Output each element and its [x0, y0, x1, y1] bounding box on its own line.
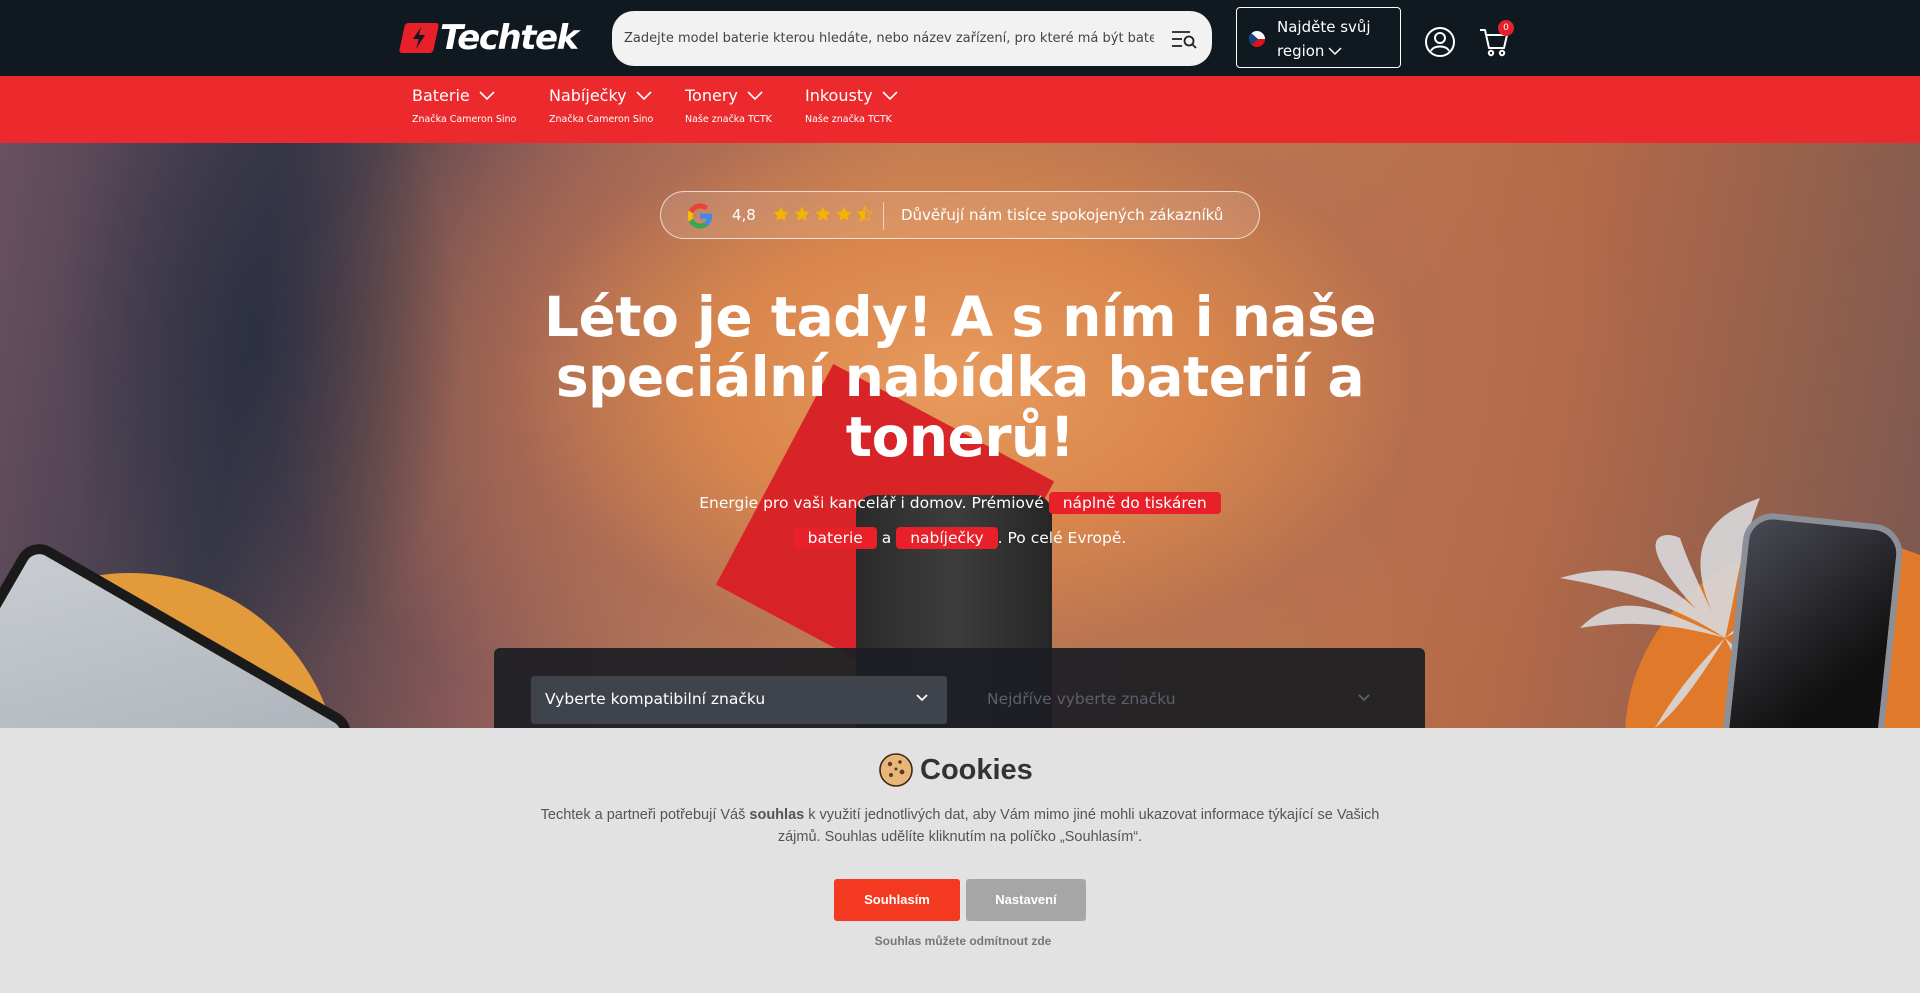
- cookie-text-bold: souhlas: [749, 807, 805, 823]
- techtek-logo[interactable]: Techtek: [398, 18, 579, 58]
- rating-stars: [772, 205, 874, 223]
- chevron-down-icon: [881, 90, 898, 100]
- chevron-down-icon: [916, 694, 928, 702]
- lightning-icon: [398, 23, 440, 53]
- brand-select[interactable]: Vyberte kompatibilní značku: [531, 676, 947, 724]
- star-icon: [836, 206, 852, 221]
- cookie-title: Cookies: [920, 753, 1033, 786]
- nav-sublabel: Naše značka TCTK: [805, 114, 892, 125]
- chevron-down-icon: [1328, 47, 1342, 56]
- star-icon: [773, 206, 789, 221]
- chevron-down-icon: [747, 90, 763, 100]
- chevron-down-icon: [1358, 694, 1370, 702]
- nav-label: Baterie: [412, 86, 470, 105]
- search-input[interactable]: Zadejte model baterie kterou hledáte, ne…: [624, 31, 1154, 46]
- hero-subtitle-end: . Po celé Evropě.: [997, 529, 1127, 547]
- product-finder: Vyberte kompatibilní značku Nejdříve vyb…: [494, 648, 1425, 728]
- user-account-icon[interactable]: [1424, 26, 1456, 58]
- nav-sublabel: Naše značka TCTK: [685, 114, 772, 125]
- google-rating-badge[interactable]: 4,8 Důvěřují nám tisíce spokojených záka…: [660, 191, 1260, 239]
- search-filter-icon[interactable]: [1170, 27, 1198, 51]
- nav-label: Tonery: [685, 86, 738, 105]
- nav-item-inkousty[interactable]: Inkousty Naše značka TCTK: [805, 86, 899, 125]
- cookie-text: Techtek a partneři potřebují Váš souhlas…: [530, 804, 1390, 848]
- hero-title: Léto je tady! A s ním i naše speciální n…: [543, 285, 1377, 469]
- hero-subtitle-and: a: [881, 529, 892, 547]
- cookie-icon: [879, 753, 913, 787]
- search-bar[interactable]: Zadejte model baterie kterou hledáte, ne…: [612, 11, 1212, 66]
- region-label-line1: Najděte svůj: [1277, 18, 1371, 36]
- chevron-down-icon: [479, 90, 495, 100]
- hero-banner: 4,8 Důvěřují nám tisíce spokojených záka…: [0, 143, 1920, 728]
- star-icon: [794, 206, 810, 221]
- nav-sublabel: Značka Cameron Sino: [549, 114, 654, 125]
- chargers-link[interactable]: nabíječky: [896, 527, 998, 549]
- nav-sublabel: Značka Cameron Sino: [412, 114, 517, 125]
- hero-subtitle-text: Energie pro vaši kancelář i domov. Prémi…: [699, 494, 1044, 512]
- cookie-header: Cookies: [878, 752, 1033, 788]
- cookie-settings-button[interactable]: Nastavení: [966, 879, 1086, 921]
- rating-text: Důvěřují nám tisíce spokojených zákazník…: [901, 206, 1224, 224]
- smartphone-image: [1714, 510, 1906, 728]
- chevron-down-icon: [636, 90, 652, 100]
- model-select[interactable]: Nejdříve vyberte značku: [973, 676, 1389, 724]
- logo-text: Techtek: [440, 18, 579, 58]
- cookie-consent-banner: Cookies Techtek a partneři potřebují Váš…: [0, 728, 1920, 993]
- accept-cookies-button[interactable]: Souhlasím: [834, 879, 960, 921]
- rating-value: 4,8: [732, 206, 756, 224]
- region-label-line2: region: [1277, 42, 1325, 60]
- nav-item-baterie[interactable]: Baterie Značka Cameron Sino: [412, 86, 516, 125]
- top-header: Techtek Zadejte model baterie kterou hle…: [0, 0, 1920, 76]
- nav-item-tonery[interactable]: Tonery Naše značka TCTK: [685, 86, 772, 125]
- half-star-icon: [856, 205, 874, 222]
- model-select-value: Nejdříve vyberte značku: [987, 690, 1176, 708]
- rating-divider: [883, 202, 884, 230]
- star-icon: [815, 206, 831, 221]
- nav-label: Nabíječky: [549, 86, 627, 105]
- brand-select-value: Vyberte kompatibilní značku: [545, 690, 766, 708]
- czech-flag-icon: [1249, 31, 1265, 47]
- cookie-text-part: Techtek a partneři potřebují Váš: [540, 807, 750, 823]
- main-navigation: Baterie Značka Cameron Sino Nabíječky Zn…: [0, 76, 1920, 143]
- region-selector[interactable]: Najděte svůj region: [1236, 7, 1401, 68]
- batteries-link[interactable]: baterie: [793, 527, 877, 549]
- cart-count-badge: 0: [1498, 20, 1514, 36]
- google-icon: [687, 203, 712, 229]
- cookie-text-part: k využití jednotlivých dat, aby Vám mimo…: [777, 807, 1380, 845]
- nav-label: Inkousty: [805, 86, 873, 105]
- hero-subtitle: Energie pro vaši kancelář i domov. Prémi…: [560, 486, 1360, 556]
- nav-item-nabijecky[interactable]: Nabíječky Značka Cameron Sino: [549, 86, 653, 125]
- reject-cookies-link[interactable]: Souhlas můžete odmítnout zde: [760, 934, 1166, 948]
- printer-refills-link[interactable]: náplně do tiskáren: [1048, 492, 1221, 514]
